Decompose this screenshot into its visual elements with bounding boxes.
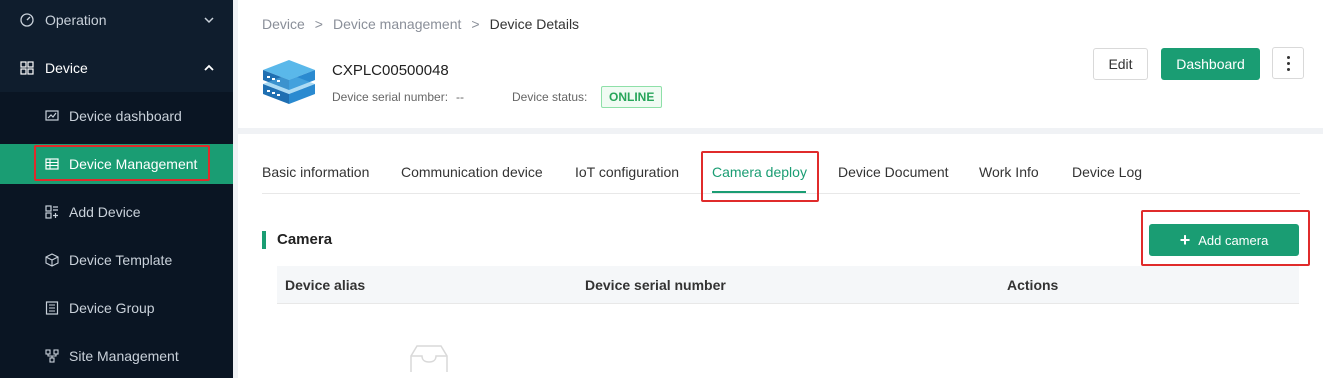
chevron-up-icon: [204, 64, 214, 71]
tab-basic-information[interactable]: Basic information: [262, 150, 369, 194]
tab-iot-configuration[interactable]: IoT configuration: [575, 150, 679, 194]
grid-icon: [20, 61, 34, 75]
tab-communication-device[interactable]: Communication device: [401, 150, 543, 194]
sidebar-item-label: Add Device: [69, 204, 141, 220]
sidebar-item-device-template[interactable]: Device Template: [0, 240, 233, 280]
device-detail-card: Basic information Communication device I…: [238, 134, 1323, 378]
device-status-label: Device status:: [512, 90, 588, 104]
plus-icon: +: [1179, 230, 1191, 250]
sidebar-item-site-management[interactable]: Site Management: [0, 336, 233, 376]
device-serial: Device serial number: --: [332, 90, 464, 104]
table-icon: [45, 158, 59, 170]
sidebar: Operation Device Device dashboard Device…: [0, 0, 233, 378]
sidebar-group-device[interactable]: Device: [0, 44, 233, 92]
breadcrumb-device-management[interactable]: Device management: [333, 16, 461, 32]
breadcrumb-device[interactable]: Device: [262, 16, 305, 32]
add-device-icon: [45, 205, 58, 219]
column-header-actions: Actions: [1007, 277, 1059, 293]
column-header-device-alias: Device alias: [285, 277, 366, 293]
sidebar-group-label: Device: [45, 60, 88, 76]
device-status: Device status:: [512, 90, 587, 104]
add-camera-label: Add camera: [1198, 232, 1269, 248]
breadcrumb: Device > Device management > Device Deta…: [262, 16, 579, 32]
add-camera-button[interactable]: + Add camera: [1149, 224, 1299, 256]
sidebar-item-add-device[interactable]: Add Device: [0, 192, 233, 232]
dashboard-button[interactable]: Dashboard: [1161, 48, 1260, 80]
tab-device-log[interactable]: Device Log: [1072, 150, 1142, 194]
sidebar-group-operation[interactable]: Operation: [0, 0, 233, 44]
tab-camera-deploy[interactable]: Camera deploy: [712, 150, 807, 194]
sidebar-item-label: Device Management: [69, 156, 198, 172]
camera-table-header: Device alias Device serial number Action…: [277, 266, 1299, 304]
edit-button[interactable]: Edit: [1093, 48, 1148, 80]
network-icon: [45, 349, 59, 363]
tab-device-document[interactable]: Device Document: [838, 150, 949, 194]
column-header-device-serial-number: Device serial number: [585, 277, 726, 293]
active-tab-indicator: [712, 191, 806, 193]
list-box-icon: [45, 301, 59, 315]
more-vertical-icon: [1286, 54, 1290, 72]
sidebar-item-label: Device Template: [69, 252, 173, 268]
status-badge: ONLINE: [601, 86, 663, 108]
section-title-camera: Camera: [277, 231, 333, 248]
device-name: CXPLC00500048: [332, 62, 449, 79]
device-header-card: Device > Device management > Device Deta…: [238, 0, 1323, 128]
sidebar-item-device-dashboard[interactable]: Device dashboard: [0, 96, 233, 136]
device-switch-icon: [263, 60, 315, 104]
cube-icon: [45, 253, 59, 267]
section-accent-bar: [262, 231, 266, 249]
sidebar-group-label: Operation: [45, 12, 107, 28]
chevron-down-icon: [204, 17, 214, 24]
more-actions-button[interactable]: [1272, 47, 1304, 79]
sidebar-item-device-management[interactable]: Device Management: [0, 144, 233, 184]
detail-tabs: Basic information Communication device I…: [262, 150, 1300, 194]
breadcrumb-current: Device Details: [489, 16, 580, 32]
empty-inbox-icon: [410, 345, 448, 372]
device-serial-value: --: [456, 90, 465, 104]
breadcrumb-separator: >: [471, 16, 480, 32]
sidebar-item-label: Site Management: [69, 348, 179, 364]
sidebar-item-device-group[interactable]: Device Group: [0, 288, 233, 328]
chart-monitor-icon: [45, 110, 59, 121]
tab-work-info[interactable]: Work Info: [979, 150, 1039, 194]
main-content: Device > Device management > Device Deta…: [233, 0, 1323, 378]
breadcrumb-separator: >: [314, 16, 323, 32]
device-serial-label: Device serial number:: [332, 90, 449, 104]
sidebar-item-label: Device dashboard: [69, 108, 182, 124]
sidebar-item-label: Device Group: [69, 300, 155, 316]
dashboard-gauge-icon: [20, 13, 34, 27]
